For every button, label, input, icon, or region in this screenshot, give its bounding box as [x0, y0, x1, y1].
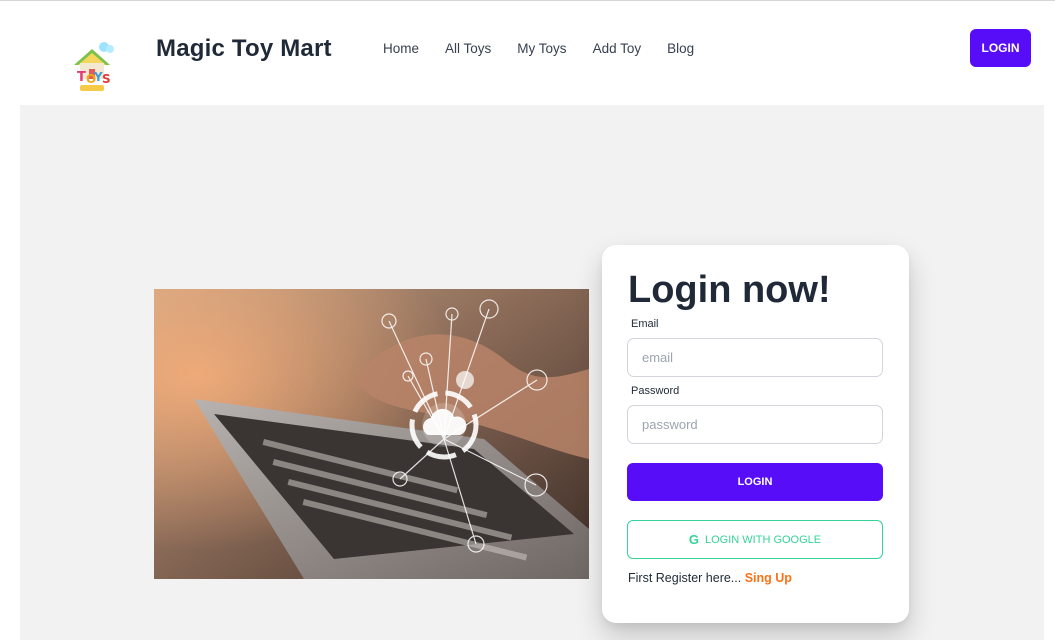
brand-name[interactable]: Magic Toy Mart: [156, 35, 332, 63]
svg-text:T: T: [77, 70, 86, 85]
brand-logo[interactable]: T O Y S: [64, 39, 120, 99]
email-placeholder: email: [642, 350, 674, 365]
google-login-button[interactable]: G LOGIN WITH GOOGLE: [627, 520, 883, 559]
nav-add-toy[interactable]: Add Toy: [593, 41, 642, 56]
nav-my-toys[interactable]: My Toys: [517, 41, 566, 56]
nav-login-button[interactable]: LOGIN: [970, 29, 1031, 67]
toys-house-logo-icon: T O Y S: [74, 42, 114, 91]
google-login-label: LOGIN WITH GOOGLE: [705, 533, 822, 546]
email-field[interactable]: email: [627, 338, 883, 377]
password-placeholder: password: [642, 417, 698, 432]
password-label: Password: [631, 385, 680, 397]
login-illustration: [154, 289, 589, 579]
login-title: Login now!: [628, 269, 831, 311]
nav-home[interactable]: Home: [383, 41, 419, 56]
signup-link[interactable]: Sing Up: [745, 571, 792, 585]
nav-all-toys[interactable]: All Toys: [445, 41, 491, 56]
navbar: T O Y S Magic Toy Mart Home All Toys My …: [0, 3, 1055, 105]
nav-links: Home All Toys My Toys Add Toy Blog: [383, 41, 720, 56]
laptop-cloud-image: [154, 289, 589, 579]
register-prompt: First Register here... Sing Up: [628, 571, 792, 585]
svg-text:S: S: [102, 72, 111, 86]
email-label: Email: [631, 318, 659, 330]
google-icon: G: [688, 532, 699, 547]
nav-blog[interactable]: Blog: [667, 41, 694, 56]
register-text: First Register here...: [628, 571, 742, 585]
password-field[interactable]: password: [627, 405, 883, 444]
login-card: Login now! Email email Password password…: [602, 245, 909, 623]
login-submit-button[interactable]: LOGIN: [627, 463, 883, 501]
